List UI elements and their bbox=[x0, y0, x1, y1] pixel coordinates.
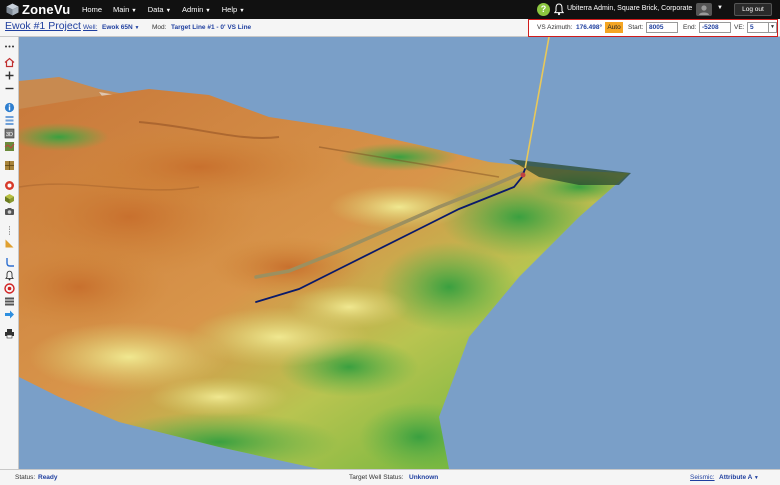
chevron-down-icon: ▼ bbox=[753, 475, 759, 481]
camera-icon[interactable] bbox=[4, 206, 15, 217]
chevron-down-icon: ▼ bbox=[134, 25, 140, 31]
terrain-scene bbox=[19, 37, 631, 469]
caret-down-icon: ▼ bbox=[205, 8, 211, 14]
mod-label: Mod: bbox=[152, 24, 167, 31]
project-title[interactable]: Ewok #1 Project bbox=[5, 20, 81, 32]
info-icon[interactable] bbox=[4, 102, 15, 113]
alert-icon[interactable] bbox=[4, 270, 15, 281]
vs-azimuth-label: VS Azimuth: bbox=[537, 24, 573, 31]
app-name: ZoneVu bbox=[22, 2, 71, 17]
ruler-icon[interactable] bbox=[4, 225, 15, 236]
grid-icon[interactable] bbox=[4, 160, 15, 171]
target-well-status-value: Unknown bbox=[409, 474, 439, 481]
zonevu-logo-icon bbox=[6, 3, 19, 16]
arrow-right-icon[interactable] bbox=[4, 309, 15, 320]
print-icon[interactable] bbox=[4, 328, 15, 339]
ve-select[interactable]: 5 ▼ bbox=[747, 22, 777, 33]
map-icon[interactable] bbox=[4, 141, 15, 152]
user-name[interactable]: Ubiterra Admin, Square Brick, Corporate bbox=[567, 5, 692, 12]
target-well-status-label: Target Well Status: bbox=[349, 474, 404, 481]
more-icon[interactable] bbox=[4, 41, 15, 52]
zonevu-logo[interactable]: ZoneVu bbox=[6, 2, 70, 17]
help-icon[interactable]: ? bbox=[537, 3, 550, 16]
svg-text:3D: 3D bbox=[6, 132, 13, 138]
layers-icon[interactable] bbox=[4, 115, 15, 126]
seismic-selector[interactable]: Attribute A ▼ bbox=[719, 474, 759, 481]
cube-icon[interactable] bbox=[4, 193, 15, 204]
vs-azimuth-value: 176.498° bbox=[576, 24, 603, 31]
caret-down-icon: ▼ bbox=[239, 8, 245, 14]
caret-down-icon: ▼ bbox=[165, 8, 172, 14]
3d-box-icon[interactable]: 3D bbox=[4, 128, 15, 139]
chevron-down-icon: ▼ bbox=[768, 23, 776, 32]
nav-help[interactable]: Help ▼ bbox=[222, 5, 245, 14]
tool-sidebar: 3D bbox=[0, 37, 19, 469]
auto-button[interactable]: Auto bbox=[605, 22, 623, 33]
vertical-section-panel: VS Azimuth: 176.498° Auto Start: 8005 En… bbox=[528, 19, 778, 37]
ve-label: VE: bbox=[734, 24, 745, 31]
well-path-icon[interactable] bbox=[4, 257, 15, 268]
end-input[interactable]: -5208 bbox=[699, 22, 731, 33]
main-nav: Home Main ▼ Data ▼ Admin ▼ Help ▼ bbox=[82, 0, 256, 19]
well-head-marker bbox=[520, 172, 526, 178]
mod-value: Target Line #1 - 0' VS Line bbox=[171, 24, 252, 31]
well-selector[interactable]: Ewok 65N ▼ bbox=[102, 24, 139, 31]
user-menu-caret-icon[interactable]: ▼ bbox=[717, 5, 723, 11]
status-value: Ready bbox=[38, 474, 58, 481]
logout-button[interactable]: Log out bbox=[734, 3, 772, 16]
stop-icon[interactable] bbox=[4, 283, 15, 294]
top-nav-bar: ZoneVu Home Main ▼ Data ▼ Admin ▼ Help ▼ ? U… bbox=[0, 0, 780, 19]
target-icon[interactable] bbox=[4, 180, 15, 191]
status-bar: Status: Ready Target Well Status: Unknow… bbox=[0, 469, 780, 485]
nav-main[interactable]: Main ▼ bbox=[113, 5, 137, 14]
measure-icon[interactable] bbox=[4, 238, 15, 249]
zoom-out-icon[interactable] bbox=[4, 83, 15, 94]
end-label: End: bbox=[683, 24, 697, 31]
avatar[interactable] bbox=[696, 3, 712, 16]
zonevu-app: ZoneVu Home Main ▼ Data ▼ Admin ▼ Help ▼ ? U… bbox=[0, 0, 780, 485]
seismic-label[interactable]: Seismic: bbox=[690, 474, 715, 481]
nav-data[interactable]: Data ▼ bbox=[148, 5, 171, 14]
nav-admin[interactable]: Admin ▼ bbox=[182, 5, 211, 14]
home-icon[interactable] bbox=[4, 57, 15, 68]
user-icon bbox=[699, 5, 709, 15]
well-vertical-section bbox=[524, 37, 550, 170]
zoom-in-icon[interactable] bbox=[4, 70, 15, 81]
stack-icon[interactable] bbox=[4, 296, 15, 307]
3d-terrain-viewport[interactable] bbox=[19, 37, 780, 469]
start-label: Start: bbox=[628, 24, 644, 31]
nav-home[interactable]: Home bbox=[82, 5, 102, 14]
start-input[interactable]: 8005 bbox=[646, 22, 678, 33]
caret-down-icon: ▼ bbox=[131, 8, 137, 14]
bell-icon[interactable] bbox=[554, 3, 564, 16]
well-label[interactable]: Well: bbox=[83, 24, 97, 31]
status-label: Status: bbox=[15, 474, 36, 481]
